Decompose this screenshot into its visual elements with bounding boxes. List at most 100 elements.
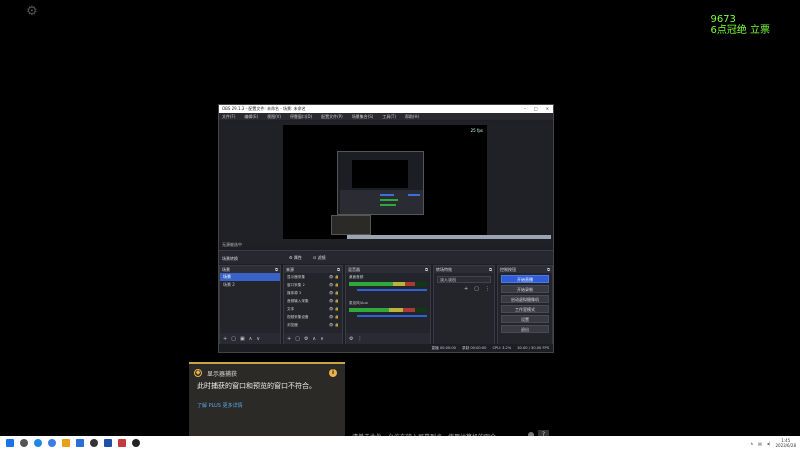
menu-scene-collection[interactable]: 场景集合(S) bbox=[352, 113, 374, 120]
menu-docks[interactable]: 停靠窗口(D) bbox=[290, 113, 312, 120]
source-item[interactable]: 媒体源 3 👁 🔒 bbox=[284, 289, 342, 297]
dock-popout-icon[interactable]: ⧉ bbox=[425, 266, 428, 273]
remove-icon[interactable]: ▢ bbox=[474, 286, 479, 292]
chrome-icon[interactable] bbox=[48, 439, 56, 447]
sources-dock: 来源 ⧉ 显示器采集 👁 🔒 窗口采集 2 👁 🔒 媒体源 3 👁 🔒 音频输入采集 👁… bbox=[283, 265, 343, 345]
network-icon[interactable]: ▤ bbox=[758, 441, 762, 446]
visibility-lock-icons[interactable]: 👁 🔒 bbox=[329, 281, 339, 289]
mixer-channel-name: 桌面音频 bbox=[349, 275, 364, 279]
exit-button[interactable]: 退出 bbox=[501, 325, 549, 333]
preview-area[interactable]: 25 fps bbox=[219, 121, 553, 245]
search-icon[interactable] bbox=[20, 439, 28, 447]
app-blue-icon[interactable] bbox=[104, 439, 112, 447]
toast-link[interactable]: 了解 PLUS 更多详情 bbox=[197, 402, 243, 409]
nested-floating-window bbox=[331, 215, 371, 235]
move-down-icon[interactable]: ∨ bbox=[320, 336, 324, 342]
controls-dock-header: 控制按钮 ⧉ bbox=[498, 266, 552, 273]
chevron-up-icon[interactable]: ∧ bbox=[750, 441, 753, 446]
obs-icon[interactable] bbox=[90, 439, 98, 447]
scene-item[interactable]: 场景 bbox=[220, 273, 280, 281]
nested-preview bbox=[352, 160, 408, 188]
preview-taskbar-strip bbox=[347, 235, 551, 239]
start-streaming-button[interactable]: 开始直播 bbox=[501, 275, 549, 283]
mixer-channel-name: 麦克风/Aux bbox=[349, 301, 368, 305]
volume-icon[interactable]: ◂) bbox=[767, 441, 771, 446]
scenes-dock-footer: + ▢ ▣ ∧ ∨ bbox=[220, 333, 280, 344]
toast-title: 显示器捕获 bbox=[207, 371, 238, 378]
add-icon[interactable]: + bbox=[287, 336, 291, 342]
scenes-title: 场景 bbox=[222, 267, 230, 272]
preview-canvas[interactable]: 25 fps bbox=[283, 125, 551, 239]
close-button[interactable]: × bbox=[546, 105, 549, 113]
app-dark-icon[interactable] bbox=[132, 439, 140, 447]
menu-profile[interactable]: 配置文件(P) bbox=[321, 113, 343, 120]
remove-icon[interactable]: ▢ bbox=[295, 336, 300, 342]
maximize-button[interactable]: □ bbox=[534, 105, 538, 113]
info-icon[interactable]: i bbox=[329, 369, 337, 377]
transition-buttons: + ▢ ⋮ bbox=[434, 286, 494, 292]
mixer-title: 混音器 bbox=[348, 267, 360, 272]
source-item[interactable]: 浏览器 👁 🔒 bbox=[284, 321, 342, 329]
add-icon[interactable]: + bbox=[464, 286, 468, 292]
scene-item[interactable]: 场景 2 bbox=[220, 281, 280, 289]
settings-button[interactable]: 设置 bbox=[501, 315, 549, 323]
file-explorer-icon[interactable] bbox=[62, 439, 70, 447]
source-item[interactable]: 文本 👁 🔒 bbox=[284, 305, 342, 313]
volume-fader[interactable] bbox=[357, 289, 427, 291]
windows-start-icon[interactable] bbox=[6, 439, 14, 447]
scenes-dock: 场景 ⧉ 场景 场景 2 + ▢ ▣ ∧ ∨ bbox=[219, 265, 281, 345]
menu-edit[interactable]: 编辑(E) bbox=[244, 113, 258, 120]
dock-popout-icon[interactable]: ⧉ bbox=[547, 266, 550, 273]
visibility-lock-icons[interactable]: 👁 🔒 bbox=[329, 273, 339, 281]
gear-icon[interactable]: ⚙ bbox=[349, 336, 353, 342]
source-item[interactable]: 视频采集设备 👁 🔒 bbox=[284, 313, 342, 321]
remove-icon[interactable]: ▢ bbox=[231, 336, 236, 342]
preview-fps: 25 fps bbox=[470, 128, 483, 133]
add-icon[interactable]: + bbox=[223, 336, 227, 342]
menu-view[interactable]: 视图(V) bbox=[267, 113, 281, 120]
transition-select[interactable]: 淡入淡出 bbox=[437, 276, 491, 283]
minimize-button[interactable]: – bbox=[524, 105, 526, 113]
gear-icon[interactable]: ⚙ bbox=[304, 336, 308, 342]
visibility-lock-icons[interactable]: 👁 🔒 bbox=[329, 297, 339, 305]
properties-button[interactable]: ⚙ 属性 bbox=[289, 255, 302, 261]
dock-popout-icon[interactable]: ⧉ bbox=[337, 266, 340, 273]
sources-title: 来源 bbox=[286, 267, 294, 272]
volume-fader[interactable] bbox=[357, 315, 427, 317]
audio-mixer-dock: 混音器 ⧉ 桌面音频 麦克风/Aux ⚙ ⋮ bbox=[345, 265, 431, 345]
stream-overlay: 9673 6点冠绝 立票 bbox=[710, 14, 770, 36]
move-down-icon[interactable]: ∨ bbox=[256, 336, 260, 342]
menu-tools[interactable]: 工具(T) bbox=[382, 113, 396, 120]
source-item[interactable]: 音频输入采集 👁 🔒 bbox=[284, 297, 342, 305]
edge-icon[interactable] bbox=[34, 439, 42, 447]
move-up-icon[interactable]: ∧ bbox=[249, 336, 253, 342]
source-item[interactable]: 窗口采集 2 👁 🔒 bbox=[284, 281, 342, 289]
menu-file[interactable]: 文件(F) bbox=[222, 113, 235, 120]
dock-popout-icon[interactable]: ⧉ bbox=[489, 266, 492, 273]
source-item[interactable]: 显示器采集 👁 🔒 bbox=[284, 273, 342, 281]
more-icon[interactable]: ⋮ bbox=[357, 336, 362, 342]
filter-icon[interactable]: ▣ bbox=[240, 336, 245, 342]
dock-popout-icon[interactable]: ⧉ bbox=[275, 266, 278, 273]
settings-gear-icon[interactable]: ⚙ bbox=[26, 5, 40, 19]
store-icon[interactable] bbox=[76, 439, 84, 447]
mixer-dock-footer: ⚙ ⋮ bbox=[346, 333, 430, 344]
menu-help[interactable]: 帮助(H) bbox=[405, 113, 419, 120]
virtual-camera-button[interactable]: 启动虚拟摄像机 bbox=[501, 295, 549, 303]
scenes-dock-header: 场景 ⧉ bbox=[220, 266, 280, 273]
clock-date: 2023/6/28 bbox=[775, 443, 796, 448]
toast-message: 此时捕获的窗口和预览的窗口不符合。 bbox=[197, 382, 316, 390]
notification-toast[interactable]: ◆ 显示器捕获 i 此时捕获的窗口和预览的窗口不符合。 了解 PLUS 更多详情 bbox=[189, 362, 345, 438]
filters-button[interactable]: ⊡ 滤镜 bbox=[313, 255, 326, 261]
more-icon[interactable]: ⋮ bbox=[485, 286, 490, 292]
clock[interactable]: 1:45 2023/6/28 bbox=[775, 438, 796, 448]
studio-mode-button[interactable]: 工作室模式 bbox=[501, 305, 549, 313]
start-recording-button[interactable]: 开始录制 bbox=[501, 285, 549, 293]
app-red-icon[interactable] bbox=[118, 439, 126, 447]
visibility-lock-icons[interactable]: 👁 🔒 bbox=[329, 305, 339, 313]
nested-obs-capture bbox=[337, 151, 424, 215]
move-up-icon[interactable]: ∧ bbox=[312, 336, 316, 342]
visibility-lock-icons[interactable]: 👁 🔒 bbox=[329, 289, 339, 297]
visibility-lock-icons[interactable]: 👁 🔒 bbox=[329, 321, 339, 329]
visibility-lock-icons[interactable]: 👁 🔒 bbox=[329, 313, 339, 321]
